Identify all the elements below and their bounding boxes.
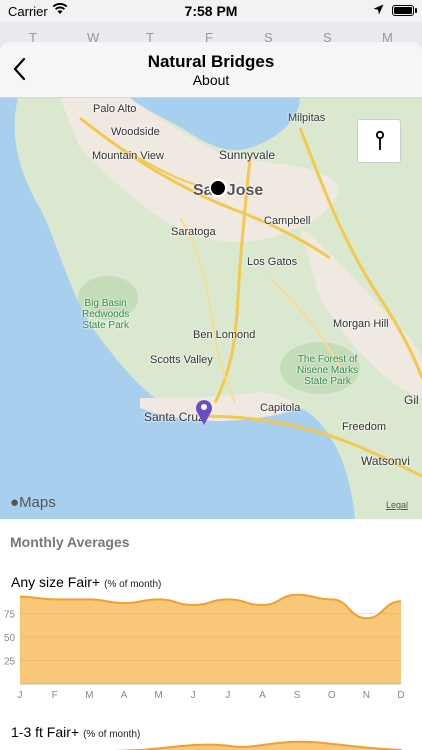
map-label-scotts-valley: Scotts Valley xyxy=(150,354,213,366)
map-label-milpitas: Milpitas xyxy=(288,112,326,124)
map-label-mountain-view: Mountain View xyxy=(92,150,164,162)
map-label-capitola: Capitola xyxy=(260,402,301,414)
map-label-big-basin: Big Basin Redwoods State Park xyxy=(82,298,130,331)
map-label-watsonville: Watsonvi xyxy=(361,454,410,468)
map-label-sunnyvale: Sunnyvale xyxy=(219,148,276,162)
map-pin-icon[interactable] xyxy=(194,398,214,426)
y-tick-label: 75 xyxy=(4,610,16,621)
map-label-freedom: Freedom xyxy=(342,421,387,433)
page-subtitle: About xyxy=(192,72,230,88)
x-tick-label: S xyxy=(294,690,301,701)
map-label-gilroy: Gil xyxy=(404,393,419,407)
x-tick-label: F xyxy=(52,690,58,701)
apple-icon: ● xyxy=(10,494,20,511)
x-tick-label: J xyxy=(18,690,23,701)
battery-icon xyxy=(392,5,414,16)
x-tick-label: D xyxy=(397,690,404,701)
area-fill xyxy=(114,740,402,750)
map-label-palo-alto: Palo Alto xyxy=(93,103,137,115)
chart-title-1-3ft: 1-3 ft Fair+ (% of month) xyxy=(11,724,141,740)
map-label-saratoga: Saratoga xyxy=(171,226,216,238)
chart-title-any-size: Any size Fair+ (% of month) xyxy=(11,574,162,590)
current-location-icon xyxy=(209,179,227,197)
y-tick-label: 25 xyxy=(4,657,16,668)
area-fill xyxy=(20,594,401,684)
status-time: 7:58 PM xyxy=(184,3,238,19)
monthly-averages-heading: Monthly Averages xyxy=(10,534,130,550)
map-pin-button[interactable] xyxy=(357,119,401,163)
map-label-nisene-marks: The Forest of Nisene Marks State Park xyxy=(297,354,359,387)
x-tick-label: N xyxy=(363,690,370,701)
1-3ft-fair-chart xyxy=(114,740,402,750)
y-tick-label: 50 xyxy=(4,633,16,644)
map-view[interactable]: Palo Alto Woodside Milpitas Mountain Vie… xyxy=(0,98,422,519)
map-label-woodside: Woodside xyxy=(111,126,160,138)
pin-icon xyxy=(375,130,385,150)
x-tick-label: M xyxy=(154,690,162,701)
map-label-campbell: Campbell xyxy=(264,215,311,227)
location-arrow-icon xyxy=(373,4,384,15)
x-tick-label: J xyxy=(191,690,196,701)
any-size-fair-chart: 75 50 25 J F M A M J J A S O N D xyxy=(4,593,405,701)
apple-maps-logo: ●Maps xyxy=(10,494,56,511)
spot-detail-sheet: Natural Bridges About Palo Alto Woodside… xyxy=(0,42,422,750)
page-title: Natural Bridges xyxy=(147,52,275,71)
x-tick-label: J xyxy=(225,690,230,701)
legal-link[interactable]: Legal xyxy=(386,500,408,510)
x-tick-label: A xyxy=(259,690,266,701)
status-bar: Carrier 7:58 PM xyxy=(0,0,422,22)
navigation-bar: Natural Bridges About xyxy=(0,42,422,98)
x-tick-label: M xyxy=(85,690,93,701)
map-label-san-jose: San Jose xyxy=(193,182,264,199)
x-tick-label: O xyxy=(328,690,336,701)
map-label-morgan-hill: Morgan Hill xyxy=(333,318,389,330)
map-label-los-gatos: Los Gatos xyxy=(247,256,298,268)
x-tick-label: A xyxy=(121,690,128,701)
map-label-ben-lomond: Ben Lomond xyxy=(193,329,256,341)
